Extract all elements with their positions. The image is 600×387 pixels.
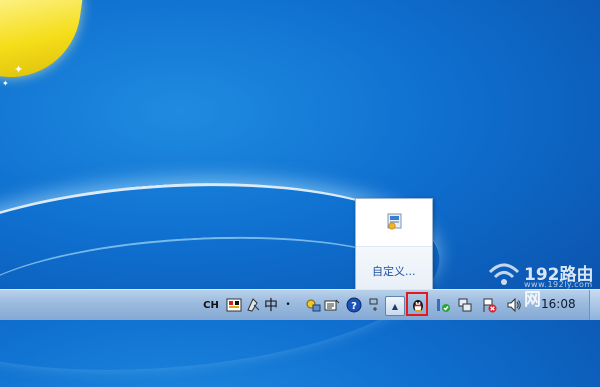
ime-char-label[interactable]: 中	[263, 295, 279, 315]
taskbar: CH 中 • ? ▲ 16:08	[0, 289, 600, 320]
svg-text:?: ?	[351, 301, 357, 312]
show-desktop-button[interactable]	[589, 290, 600, 320]
ime-brush-icon[interactable]	[244, 295, 262, 315]
network-icon[interactable]	[456, 295, 474, 315]
sparkle-icon: ✦	[2, 79, 9, 88]
notification-overflow-popup: 自定义...	[355, 198, 433, 291]
help-icon[interactable]: ?	[345, 295, 363, 315]
security-shield-icon[interactable]	[434, 295, 452, 315]
input-method-icon[interactable]	[225, 295, 243, 315]
ime-settings-icon[interactable]	[304, 295, 322, 315]
sparkle-icon: ✦	[14, 63, 24, 76]
clock[interactable]: 16:08	[541, 297, 576, 311]
chevron-up-icon[interactable]: ▲	[385, 296, 405, 316]
customize-link[interactable]: 自定义...	[372, 263, 416, 279]
action-center-flag-icon[interactable]	[480, 295, 498, 315]
highlight-box	[406, 292, 428, 316]
ime-punct-icon[interactable]: •	[284, 295, 292, 315]
desktop-background: ✦ ✦	[0, 0, 600, 387]
tray-small-icon[interactable]	[368, 295, 382, 315]
app-tile-icon[interactable]	[385, 211, 405, 231]
ime-keyboard-icon[interactable]	[323, 295, 341, 315]
volume-icon[interactable]	[505, 295, 523, 315]
wallpaper-logo	[0, 0, 83, 87]
language-indicator[interactable]: CH	[202, 295, 220, 315]
